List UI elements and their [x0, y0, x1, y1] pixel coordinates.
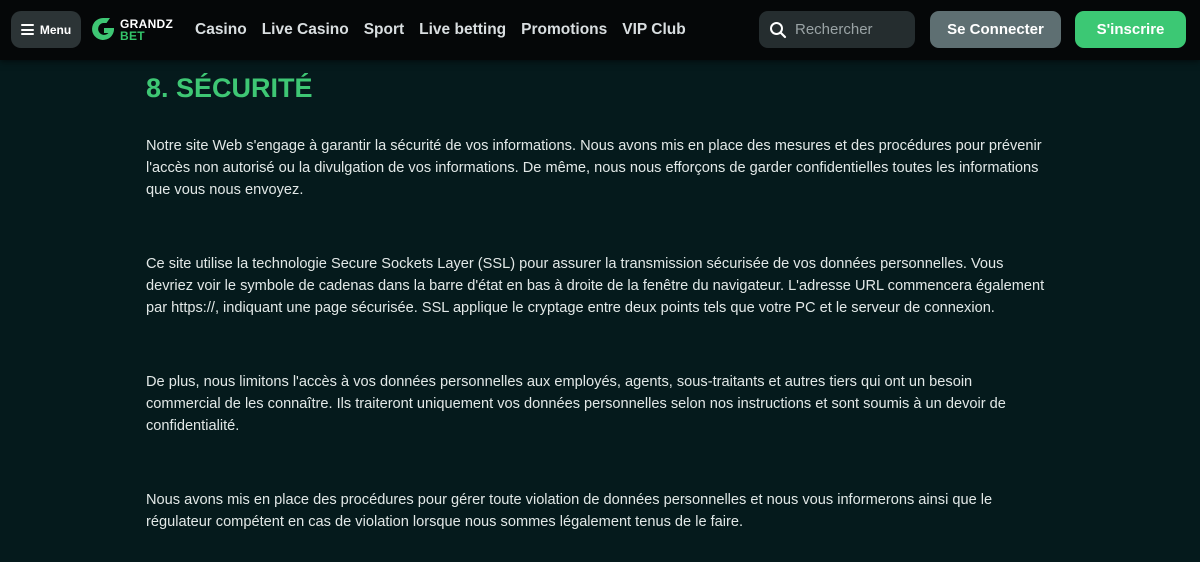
paragraph-data-security: Notre site Web s'engage à garantir la sé…: [146, 138, 1042, 198]
menu-button[interactable]: Menu: [11, 11, 81, 48]
menu-label: Menu: [39, 22, 72, 37]
login-button[interactable]: Se Connecter: [930, 11, 1061, 48]
section-title: 8. SÉCURITÉ: [146, 73, 313, 103]
grandz-logo-icon: [92, 18, 114, 40]
nav-promotions[interactable]: Promotions: [521, 21, 607, 39]
main-content: 8. SÉCURITÉ Notre site Web s'engage à ga…: [146, 60, 1046, 533]
logo-text-bottom: BET: [120, 29, 145, 43]
search-icon: [770, 21, 787, 38]
nav-casino[interactable]: Casino: [195, 21, 247, 39]
hamburger-icon: [20, 24, 34, 35]
paragraph-ssl: Ce site utilise la technologie Secure So…: [146, 256, 1045, 316]
main-nav: Casino Live Casino Sport Live betting Pr…: [195, 0, 686, 60]
search-input[interactable]: [795, 21, 910, 38]
nav-live-betting[interactable]: Live betting: [419, 21, 506, 39]
top-header: Menu GRANDZ BET Casino Live Casino Sport…: [0, 0, 1200, 60]
nav-live-casino[interactable]: Live Casino: [262, 21, 349, 39]
paragraph-access-limits: De plus, nous limitons l'accès à vos don…: [146, 374, 1006, 434]
signup-button[interactable]: S'inscrire: [1075, 11, 1186, 48]
paragraph-breach-procedures: Nous avons mis en place des procédures p…: [146, 492, 993, 530]
nav-vip-club[interactable]: VIP Club: [622, 21, 685, 39]
search-box[interactable]: [759, 11, 915, 48]
logo[interactable]: GRANDZ BET: [89, 14, 173, 46]
nav-sport[interactable]: Sport: [364, 21, 404, 39]
